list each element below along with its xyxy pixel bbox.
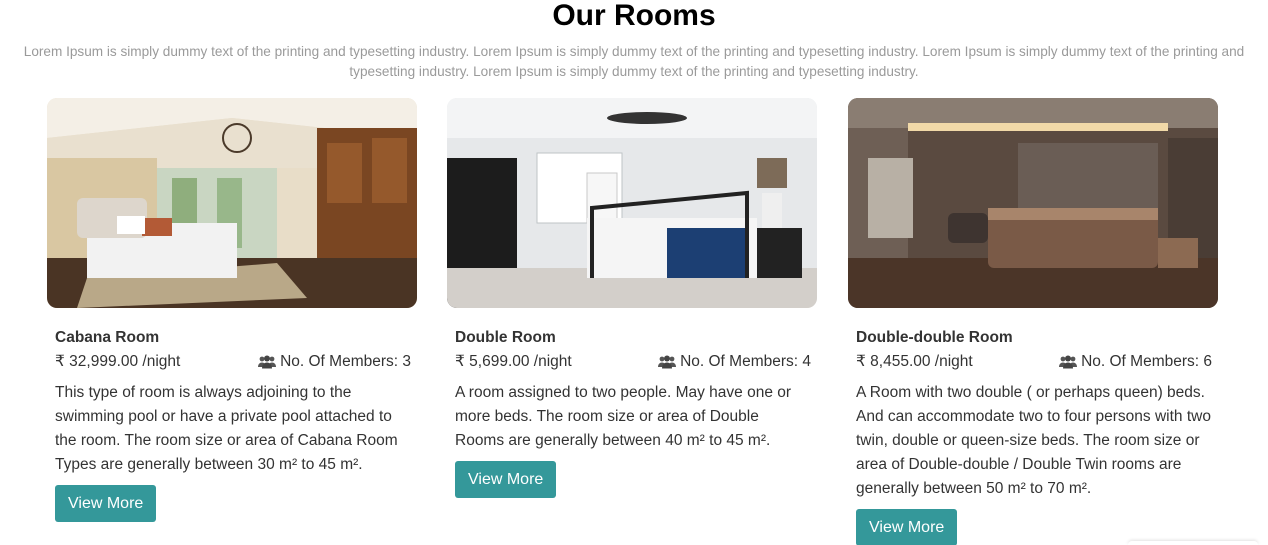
view-more-button[interactable]: View More [455,461,557,498]
room-members: No. Of Members: 4 [658,351,811,373]
room-price: ₹ 8,455.00 /night [856,353,973,370]
room-card-double: Double Room ₹ 5,699.00 /night No. Of Mem… [447,98,819,498]
room-meta: ₹ 8,455.00 /night No. Of Members: 6 [856,351,1212,373]
room-meta: ₹ 32,999.00 /night No. Of Members: 3 [55,351,411,373]
room-card-double-double: Double-double Room ₹ 8,455.00 /night No.… [848,98,1220,545]
room-description: This type of room is always adjoining to… [55,384,398,473]
view-more-button[interactable]: View More [55,485,157,522]
room-card-cabana: Cabana Room ₹ 32,999.00 /night No. Of Me… [47,98,419,522]
room-card-body: Double Room ₹ 5,699.00 /night No. Of Mem… [447,328,819,498]
view-more-button[interactable]: View More [856,509,958,545]
chat-widget-edge[interactable] [1128,541,1258,545]
room-card-body: Double-double Room ₹ 8,455.00 /night No.… [848,328,1220,545]
room-meta: ₹ 5,699.00 /night No. Of Members: 4 [455,351,811,373]
room-name: Cabana Room [55,329,160,346]
members-label: No. Of Members: 4 [680,353,811,370]
room-image-double-double [848,98,1218,308]
section-subtitle: Lorem Ipsum is simply dummy text of the … [23,44,1245,79]
room-description: A Room with two double ( or perhaps quee… [856,384,1211,497]
users-icon [1059,355,1078,369]
room-card-body: Cabana Room ₹ 32,999.00 /night No. Of Me… [47,328,419,522]
room-image-cabana [47,98,417,308]
members-label: No. Of Members: 6 [1081,353,1212,370]
room-members: No. Of Members: 6 [1059,351,1212,373]
room-name: Double Room [455,329,556,346]
room-description: A room assigned to two people. May have … [455,384,792,449]
section-title: Our Rooms [552,0,716,32]
rooms-section: Our Rooms Lorem Ipsum is simply dummy te… [0,0,1268,545]
room-price: ₹ 32,999.00 /night [55,353,181,370]
room-members: No. Of Members: 3 [258,351,411,373]
members-label: No. Of Members: 3 [280,353,411,370]
room-name: Double-double Room [856,329,1013,346]
users-icon [658,355,677,369]
users-icon [258,355,277,369]
room-price: ₹ 5,699.00 /night [455,353,572,370]
room-image-double [447,98,817,308]
